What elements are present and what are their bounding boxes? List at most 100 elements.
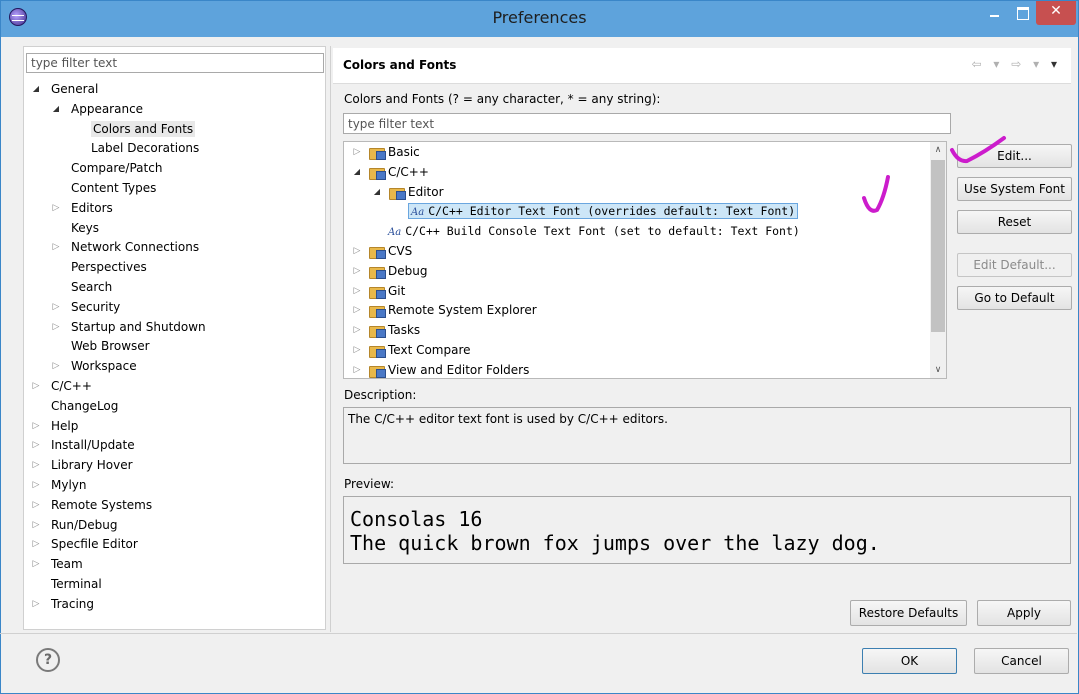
tree-item-changelog[interactable]: ChangeLog <box>31 396 118 416</box>
preview-line-font: Consolas 16 <box>350 507 483 531</box>
expand-arrow-icon[interactable]: ▷ <box>51 198 61 218</box>
restore-defaults-button[interactable]: Restore Defaults <box>850 600 967 626</box>
expand-arrow-icon[interactable]: ▷ <box>51 356 61 376</box>
font-tree-item-editor[interactable]: ◢ Editor <box>372 182 444 202</box>
expand-arrow-icon[interactable]: ▷ <box>352 300 362 320</box>
expand-arrow-icon[interactable]: ▷ <box>31 455 41 475</box>
expand-arrow-icon[interactable]: ▷ <box>31 376 41 396</box>
expand-arrow-icon[interactable]: ▷ <box>31 554 41 574</box>
expand-arrow-icon[interactable]: ▷ <box>352 360 362 380</box>
description-box: The C/C++ editor text font is used by C/… <box>343 407 1071 464</box>
tree-item-general[interactable]: ◢ General <box>31 79 98 99</box>
close-button[interactable]: ✕ <box>1036 1 1076 25</box>
scroll-thumb[interactable] <box>931 160 945 332</box>
tree-item-library-hover[interactable]: ▷ Library Hover <box>31 455 133 475</box>
tree-item-web-browser[interactable]: Web Browser <box>51 336 150 356</box>
tree-scrollbar[interactable]: ∧ ∨ <box>930 142 946 378</box>
tree-item-keys[interactable]: Keys <box>51 218 99 238</box>
tree-item-colors-and-fonts[interactable]: Colors and Fonts <box>71 119 196 139</box>
tree-item-tracing[interactable]: ▷ Tracing <box>31 594 94 614</box>
font-tree-item-c-c-build-console-text-font-set-to-defau[interactable]: Aa C/C++ Build Console Text Font (set to … <box>372 221 800 241</box>
scroll-down-icon[interactable]: ∨ <box>930 362 946 378</box>
ok-button[interactable]: OK <box>862 648 957 674</box>
title-bar[interactable]: Preferences ✕ <box>1 1 1078 37</box>
scroll-up-icon[interactable]: ∧ <box>930 142 946 158</box>
tree-item-install-update[interactable]: ▷ Install/Update <box>31 435 135 455</box>
font-tree-item-label: C/C++ <box>388 164 429 179</box>
tree-item-label: Terminal <box>51 577 102 591</box>
apply-button[interactable]: Apply <box>977 600 1071 626</box>
font-tree-item-c-c[interactable]: ◢ C/C++ <box>352 162 429 182</box>
go-to-default-button[interactable]: Go to Default <box>957 286 1072 310</box>
font-tree-item-c-c-editor-text-font-overrides-default-t[interactable]: Aa C/C++ Editor Text Font (overrides defa… <box>392 201 799 221</box>
expand-arrow-icon[interactable]: ▷ <box>31 495 41 515</box>
expand-arrow-icon[interactable]: ▷ <box>31 416 41 436</box>
tree-item-security[interactable]: ▷ Security <box>51 297 121 317</box>
reset-button[interactable]: Reset <box>957 210 1072 234</box>
font-tree-item-basic[interactable]: ▷ Basic <box>352 142 420 162</box>
pane-divider[interactable] <box>330 46 331 632</box>
font-tree-item-cvs[interactable]: ▷ CVS <box>352 241 412 261</box>
expand-arrow-icon[interactable]: ▷ <box>352 340 362 360</box>
forward-icon[interactable]: ⇨ ▾ <box>1011 57 1043 71</box>
tree-item-startup-and-shutdown[interactable]: ▷ Startup and Shutdown <box>51 317 206 337</box>
font-tree-item-text-compare[interactable]: ▷ Text Compare <box>352 340 471 360</box>
maximize-button[interactable] <box>1009 1 1036 25</box>
use-system-font-button[interactable]: Use System Font <box>957 177 1072 201</box>
tree-item-remote-systems[interactable]: ▷ Remote Systems <box>31 495 153 515</box>
tree-item-label: Appearance <box>71 101 144 116</box>
font-tree-item-tasks[interactable]: ▷ Tasks <box>352 320 420 340</box>
tree-item-perspectives[interactable]: Perspectives <box>51 257 147 277</box>
font-tree-item-git[interactable]: ▷ Git <box>352 281 405 301</box>
tree-item-compare-patch[interactable]: Compare/Patch <box>51 158 162 178</box>
tree-item-appearance[interactable]: ◢ Appearance <box>51 99 143 119</box>
collapse-arrow-icon[interactable]: ◢ <box>372 182 382 202</box>
font-filter-input[interactable] <box>343 113 951 134</box>
font-tree-item-remote-system-explorer[interactable]: ▷ Remote System Explorer <box>352 300 537 320</box>
expand-arrow-icon[interactable]: ▷ <box>31 594 41 614</box>
tree-item-workspace[interactable]: ▷ Workspace <box>51 356 137 376</box>
expand-arrow-icon[interactable]: ▷ <box>352 142 362 162</box>
expand-arrow-icon[interactable]: ▷ <box>51 297 61 317</box>
tree-item-team[interactable]: ▷ Team <box>31 554 83 574</box>
tree-item-search[interactable]: Search <box>51 277 112 297</box>
expand-arrow-icon[interactable]: ▷ <box>352 320 362 340</box>
expand-arrow-icon[interactable]: ▷ <box>352 281 362 301</box>
collapse-arrow-icon[interactable]: ◢ <box>352 162 362 182</box>
expand-arrow-icon[interactable]: ▷ <box>31 515 41 535</box>
expand-arrow-icon[interactable]: ▷ <box>31 435 41 455</box>
tree-item-label: Help <box>51 418 79 433</box>
font-tree-item-view-and-editor-folders[interactable]: ▷ View and Editor Folders <box>352 360 529 380</box>
tree-item-editors[interactable]: ▷ Editors <box>51 198 113 218</box>
expand-arrow-icon[interactable]: ▷ <box>51 317 61 337</box>
collapse-arrow-icon[interactable]: ◢ <box>51 99 61 119</box>
tree-item-help[interactable]: ▷ Help <box>31 416 79 436</box>
expand-arrow-icon[interactable]: ▷ <box>31 534 41 554</box>
view-menu-icon[interactable]: ▾ <box>1051 57 1061 71</box>
tree-item-specfile-editor[interactable]: ▷ Specfile Editor <box>31 534 138 554</box>
expand-arrow-icon[interactable]: ▷ <box>51 237 61 257</box>
preference-filter-input[interactable] <box>26 53 324 73</box>
tree-item-network-connections[interactable]: ▷ Network Connections <box>51 237 200 257</box>
edit-button[interactable]: Edit... <box>957 144 1072 168</box>
help-icon[interactable]: ? <box>36 648 60 672</box>
font-tree-item-label: C/C++ Build Console Text Font (set to de… <box>405 224 800 239</box>
tree-item-content-types[interactable]: Content Types <box>51 178 156 198</box>
expand-arrow-icon[interactable]: ▷ <box>31 475 41 495</box>
tree-item-c-c[interactable]: ▷ C/C++ <box>31 376 92 396</box>
minimize-button[interactable] <box>980 1 1009 25</box>
back-icon[interactable]: ⇦ ▾ <box>972 57 1004 71</box>
expand-arrow-icon[interactable]: ▷ <box>352 261 362 281</box>
cancel-button[interactable]: Cancel <box>974 648 1069 674</box>
edit-default-button[interactable]: Edit Default... <box>957 253 1072 277</box>
tree-item-mylyn[interactable]: ▷ Mylyn <box>31 475 87 495</box>
tree-item-run-debug[interactable]: ▷ Run/Debug <box>31 515 118 535</box>
tree-item-terminal[interactable]: Terminal <box>31 574 102 594</box>
font-tree-item-debug[interactable]: ▷ Debug <box>352 261 427 281</box>
tree-item-label-decorations[interactable]: Label Decorations <box>71 138 199 158</box>
category-entry: Git <box>369 284 405 299</box>
expand-arrow-icon[interactable]: ▷ <box>352 241 362 261</box>
collapse-arrow-icon[interactable]: ◢ <box>31 79 41 99</box>
